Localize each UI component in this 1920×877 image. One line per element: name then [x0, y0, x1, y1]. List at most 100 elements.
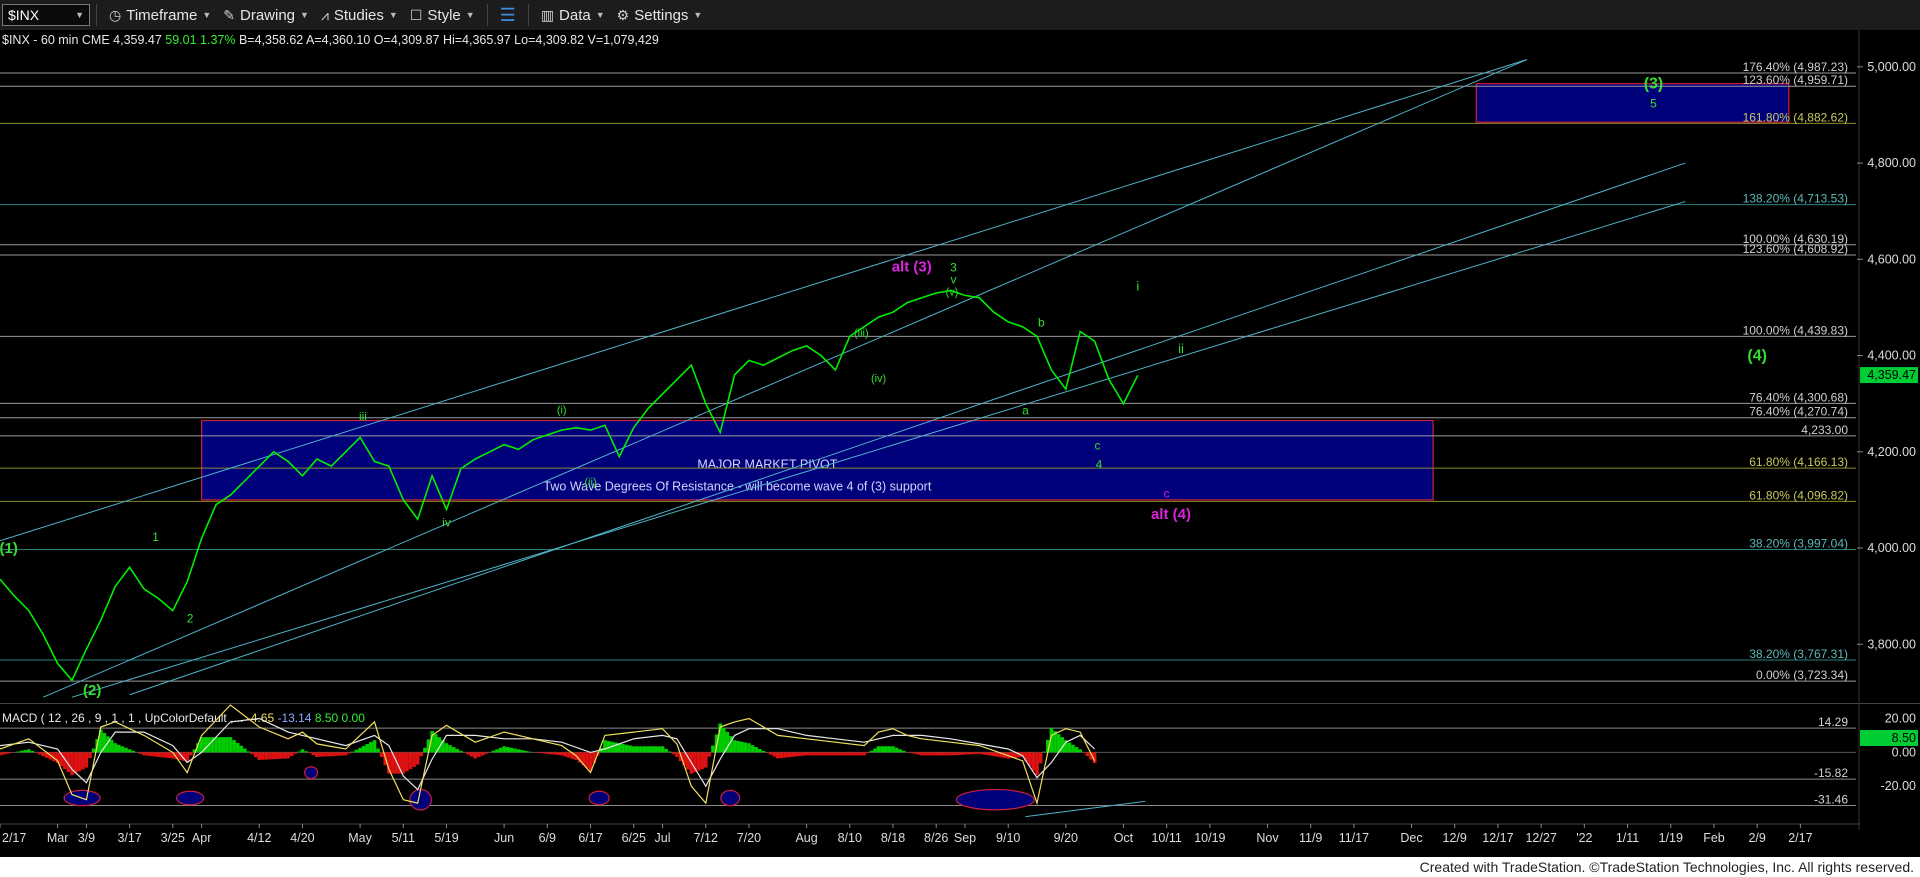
macd-histogram-bar — [120, 746, 125, 753]
macd-histogram-bar — [189, 752, 193, 756]
x-tick-label: 7/20 — [737, 831, 761, 845]
timeframe-button[interactable]: ◷ Timeframe ▼ — [103, 3, 217, 27]
macd-histogram-bar — [477, 752, 481, 757]
macd-histogram-bar — [556, 752, 560, 756]
macd-histogram-bar — [325, 752, 330, 757]
macd-histogram-bar — [448, 745, 452, 753]
studies-button[interactable]: ⩘ Studies ▼ — [315, 3, 404, 27]
macd-histogram-bar — [77, 752, 82, 772]
macd-histogram-bar — [739, 741, 744, 753]
macd-histogram-bar — [365, 743, 370, 753]
macd-histogram-bar — [642, 746, 647, 753]
macd-histogram-bar — [826, 752, 830, 756]
macd-histogram-bar — [70, 752, 74, 776]
macd-histogram-bar — [948, 752, 953, 756]
macd-histogram-bar — [466, 752, 470, 755]
chart-header: $INX - 60 min CME 4,359.47 59.01 1.37% B… — [2, 33, 659, 47]
macd-histogram-bar — [779, 752, 784, 759]
layout-icon: ☰ — [499, 4, 516, 25]
macd-histogram-bar — [603, 740, 607, 753]
macd-histogram-bar — [81, 752, 85, 770]
x-tick-label: Dec — [1400, 831, 1422, 845]
x-tick-label: 2/17 — [2, 831, 26, 845]
drawing-button[interactable]: ✎ Drawing ▼ — [217, 3, 315, 27]
studies-label: Studies — [333, 6, 384, 24]
divergence-ellipse — [588, 790, 610, 806]
layout-button[interactable]: ☰ — [494, 3, 522, 27]
macd-histogram-bar — [865, 752, 870, 754]
macd-histogram-bar — [736, 740, 740, 753]
macd-histogram-bar — [815, 752, 820, 756]
macd-histogram-bar — [631, 746, 636, 753]
macd-histogram-bar — [992, 752, 996, 757]
macd-histogram-bar — [520, 750, 524, 753]
price-chart[interactable]: $INX - 60 min CME 4,359.47 59.01 1.37% B… — [0, 30, 1920, 857]
macd-histogram-bar — [761, 750, 766, 753]
x-tick-label: 6/17 — [578, 831, 602, 845]
wave-label: (iv) — [871, 373, 886, 385]
macd-name: MACD ( 12 , 26 , 9 , 1 , 1 , UpColorDefa… — [2, 711, 247, 725]
symbol-dropdown-icon[interactable]: ▼ — [75, 10, 84, 20]
style-dropdown-icon: ▼ — [465, 10, 475, 20]
macd-histogram-bar — [624, 744, 629, 753]
macd-histogram-bar — [16, 751, 20, 753]
x-tick-label: 10/11 — [1151, 831, 1181, 845]
x-tick-label: 4/20 — [290, 831, 314, 845]
style-button[interactable]: ☐ Style ▼ — [404, 3, 481, 27]
fib-level-label: 76.40% (4,270.74) — [1749, 405, 1848, 419]
macd-histogram-bar — [343, 752, 348, 756]
style-label: Style — [427, 6, 461, 24]
macd-histogram-bar — [221, 737, 226, 753]
macd-histogram-bar — [117, 744, 121, 753]
macd-histogram-bar — [491, 750, 496, 753]
macd-histogram-bar — [808, 752, 812, 756]
macd-histogram-bar — [149, 752, 154, 757]
macd-histogram-bar — [862, 752, 866, 756]
macd-histogram-bar — [379, 752, 384, 757]
macd-histogram-bar — [801, 752, 805, 756]
macd-histogram-bar — [336, 752, 341, 756]
x-tick-label: 7/12 — [694, 831, 718, 845]
macd-histogram-bar — [214, 737, 218, 753]
wave-label: iv — [442, 515, 451, 529]
wave-label: 5 — [1650, 97, 1657, 111]
wave-label: b — [1038, 316, 1045, 330]
settings-label: Settings — [634, 6, 689, 24]
wave-label: 2 — [187, 612, 194, 626]
macd-histogram-bar — [883, 746, 888, 753]
divergence-ellipse — [409, 788, 432, 811]
data-button[interactable]: ▥ Data ▼ — [535, 3, 611, 27]
macd-histogram-bar — [876, 746, 881, 753]
toolbar-divider — [527, 4, 529, 26]
wave-label: (2) — [83, 682, 101, 699]
macd-histogram-bar — [250, 752, 254, 755]
macd-histogram-bar — [495, 749, 499, 753]
divergence-ellipse — [304, 766, 319, 780]
macd-histogram-bar — [279, 752, 283, 759]
macd-histogram-bar — [664, 748, 668, 753]
macd-histogram-bar — [750, 745, 755, 753]
x-tick-label: '22 — [1576, 831, 1592, 845]
macd-histogram-bar — [649, 746, 654, 753]
macd-histogram-bar — [563, 752, 568, 757]
x-tick-label: 3/17 — [117, 831, 141, 845]
x-tick-label: 8/10 — [838, 831, 862, 845]
macd-histogram-bar — [984, 752, 989, 756]
macd-histogram-bar — [858, 752, 863, 756]
macd-histogram-bar — [887, 746, 892, 753]
settings-button[interactable]: ⚙ Settings ▼ — [611, 3, 709, 27]
macd-histogram-bar — [505, 747, 510, 753]
macd-histogram-bar — [9, 752, 13, 754]
macd-histogram-bar — [840, 752, 845, 756]
macd-histogram-bar — [1074, 747, 1079, 753]
studies-dropdown-icon: ▼ — [388, 10, 398, 20]
macd-histogram-bar — [938, 752, 942, 756]
macd-histogram-bar — [513, 748, 517, 753]
macd-histogram-bar — [757, 748, 762, 753]
symbol-input[interactable]: $INX ▼ — [2, 4, 90, 26]
macd-histogram-bar — [480, 752, 485, 756]
macd-histogram-bar — [711, 745, 715, 753]
macd-histogram-bar — [509, 747, 514, 753]
macd-histogram-bar — [27, 749, 31, 753]
macd-histogram-bar — [217, 737, 222, 753]
